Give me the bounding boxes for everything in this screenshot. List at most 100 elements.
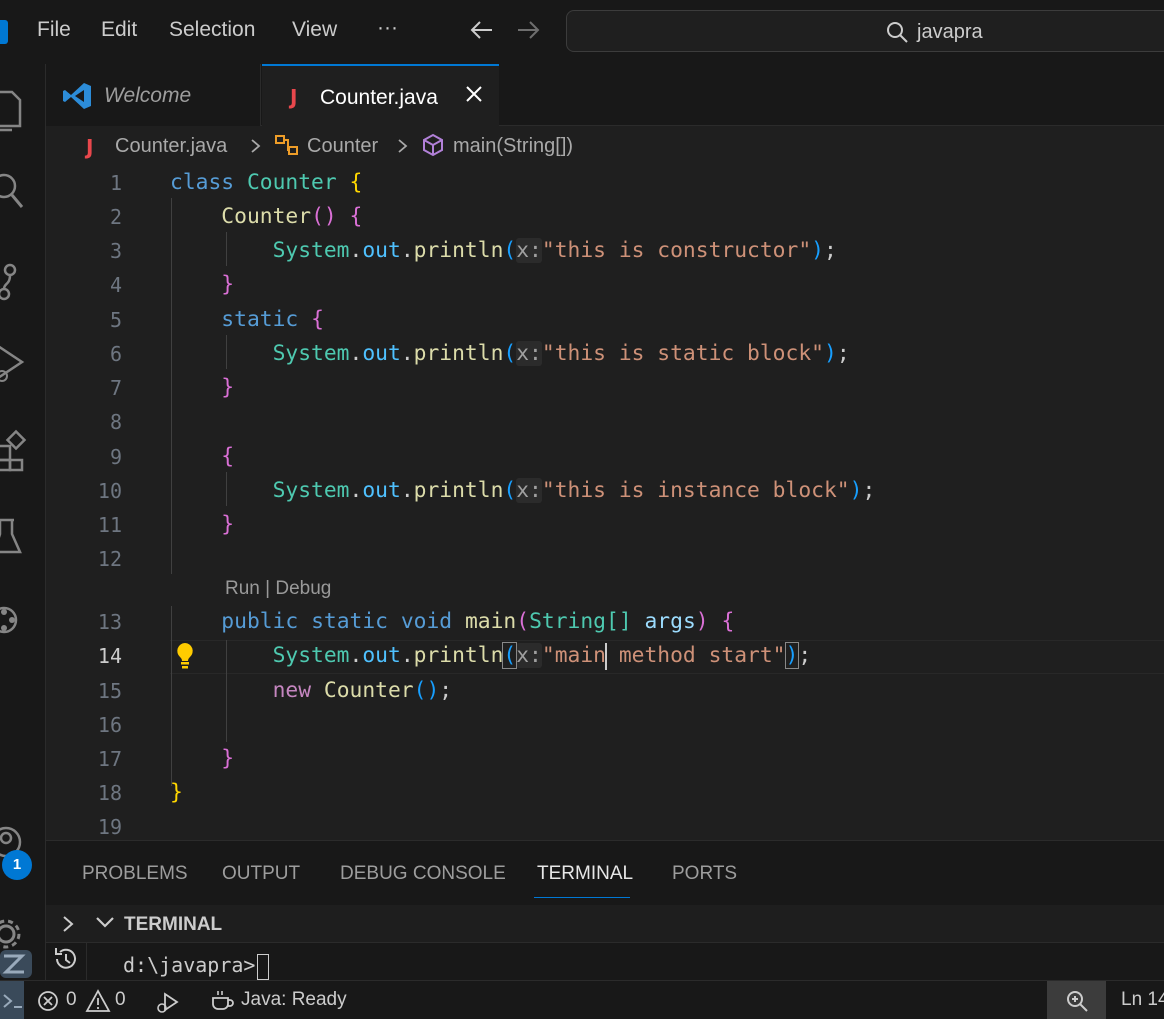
terminal[interactable]: d:\javapra>	[86, 943, 1164, 981]
title-bar: File Edit Selection View ··· javapra	[0, 0, 1164, 64]
code-line-9: {	[221, 444, 235, 469]
line-number: 16	[97, 713, 122, 737]
tab-ports[interactable]: PORTS	[672, 863, 737, 885]
vscode-logo-icon	[0, 20, 8, 44]
tab-debug-console[interactable]: DEBUG CONSOLE	[340, 863, 506, 885]
codelens-run-debug[interactable]: Run | Debug	[225, 578, 331, 600]
line-number: 17	[97, 747, 122, 771]
remote-indicator[interactable]	[0, 981, 26, 1019]
warning-icon[interactable]	[85, 989, 111, 1019]
code-line-4: }	[221, 272, 235, 297]
command-center-search[interactable]: javapra	[566, 10, 1164, 52]
extensions-icon[interactable]	[0, 426, 30, 479]
zoom-in-icon	[1064, 988, 1090, 1019]
code-line-1: class Counter {	[170, 170, 363, 195]
class-symbol-icon	[274, 132, 302, 166]
line-number: 9	[109, 445, 122, 469]
code-editor[interactable]: 1 2 3 4 5 6 7 8 9 10 11 12 13 14 15 16 1…	[46, 168, 1164, 840]
remote-explorer-icon[interactable]	[0, 596, 30, 649]
code-line-14: System.out.println(x:"main method start"…	[272, 642, 812, 670]
vscode-logo-icon	[62, 82, 92, 115]
line-number: 11	[97, 513, 122, 537]
breadcrumb-class[interactable]: Counter	[307, 135, 378, 158]
menu-view[interactable]: View	[292, 18, 337, 42]
menu-file[interactable]: File	[37, 18, 71, 42]
code-line-6: System.out.println(x:"this is static blo…	[272, 341, 850, 366]
line-number: 8	[109, 410, 122, 434]
code-line-2: Counter() {	[221, 204, 363, 229]
debug-run-icon[interactable]	[155, 989, 181, 1019]
java-file-icon: J	[290, 85, 298, 109]
breadcrumb-method[interactable]: main(String[])	[453, 135, 573, 158]
error-count[interactable]: 0	[66, 989, 77, 1011]
chevron-down-icon[interactable]	[94, 915, 116, 936]
parameter-hint: x:	[516, 341, 542, 366]
editor-tab-bar: Welcome J Counter.java	[46, 64, 1164, 127]
line-number: 18	[97, 781, 122, 805]
terminal-cursor	[257, 953, 270, 980]
breadcrumb-file[interactable]: Counter.java	[115, 135, 227, 158]
tab-counter-label: Counter.java	[320, 86, 438, 109]
search-sidebar-icon[interactable]	[0, 170, 30, 219]
cursor-position[interactable]: Ln 14	[1121, 989, 1164, 1011]
parameter-hint: x:	[516, 238, 542, 263]
history-icon[interactable]	[52, 945, 80, 978]
tab-counter-java[interactable]: J Counter.java	[262, 64, 499, 127]
chevron-right-icon	[249, 132, 263, 166]
terminal-header-title: TERMINAL	[124, 914, 223, 935]
forward-arrow-icon[interactable]	[514, 16, 542, 50]
code-line-7: }	[221, 375, 235, 400]
tab-welcome[interactable]: Welcome	[46, 64, 261, 126]
menu-edit[interactable]: Edit	[101, 18, 137, 42]
menu-more-button[interactable]: ···	[377, 16, 398, 40]
line-number: 13	[97, 610, 122, 634]
code-line-3: System.out.println(x:"this is constructo…	[272, 238, 837, 263]
line-number-active: 14	[97, 644, 122, 668]
activity-bar: 1	[0, 64, 46, 980]
parameter-hint: x:	[516, 478, 542, 503]
line-number: 10	[97, 479, 122, 503]
chevron-right-icon	[396, 132, 410, 166]
source-control-icon[interactable]	[0, 254, 30, 307]
error-icon[interactable]	[36, 989, 60, 1019]
terminal-prompt: d:\javapra>	[123, 953, 270, 980]
code-line-15: new Counter();	[272, 678, 453, 703]
tab-welcome-label: Welcome	[104, 84, 192, 107]
run-and-debug-icon[interactable]	[0, 338, 30, 391]
tab-terminal[interactable]: TERMINAL	[537, 863, 633, 885]
java-file-icon: J	[86, 135, 94, 159]
zoom-button[interactable]	[1047, 981, 1106, 1019]
parameter-hint: x:	[516, 643, 542, 668]
warning-count[interactable]: 0	[115, 989, 126, 1011]
line-number: 5	[109, 308, 122, 332]
close-icon[interactable]	[464, 84, 484, 109]
code-line-13: public static void main(String[] args) {	[221, 609, 735, 634]
line-number: 3	[109, 239, 122, 263]
accounts-badge: 1	[2, 850, 32, 880]
line-number: 1	[109, 171, 122, 195]
menu-selection[interactable]: Selection	[169, 18, 255, 42]
java-status[interactable]: Java: Ready	[241, 989, 347, 1011]
line-number: 2	[109, 205, 122, 229]
method-symbol-icon	[420, 132, 448, 166]
line-number: 6	[109, 342, 122, 366]
coffee-cup-icon	[210, 988, 236, 1018]
code-line-10: System.out.println(x:"this is instance b…	[272, 478, 876, 503]
code-line-5: static {	[221, 307, 324, 332]
testing-flask-icon[interactable]	[0, 512, 30, 565]
code-line-11: }	[221, 512, 235, 537]
terminal-section-header[interactable]: TERMINAL	[46, 905, 1164, 943]
breadcrumb: J Counter.java Counter main(String[])	[46, 126, 1164, 168]
back-arrow-icon[interactable]	[468, 16, 496, 50]
line-number: 4	[109, 273, 122, 297]
tab-output[interactable]: OUTPUT	[222, 863, 300, 885]
line-number: 15	[97, 679, 122, 703]
line-number: 7	[109, 376, 122, 400]
search-text: javapra	[917, 21, 983, 43]
tab-problems[interactable]: PROBLEMS	[82, 863, 188, 885]
chevron-right-icon[interactable]	[60, 913, 76, 940]
search-icon	[885, 20, 909, 49]
code-line-18: }	[170, 780, 183, 805]
explorer-icon[interactable]	[0, 84, 30, 137]
status-bar: 0 0 Java: Ready Ln 14	[0, 980, 1164, 1019]
